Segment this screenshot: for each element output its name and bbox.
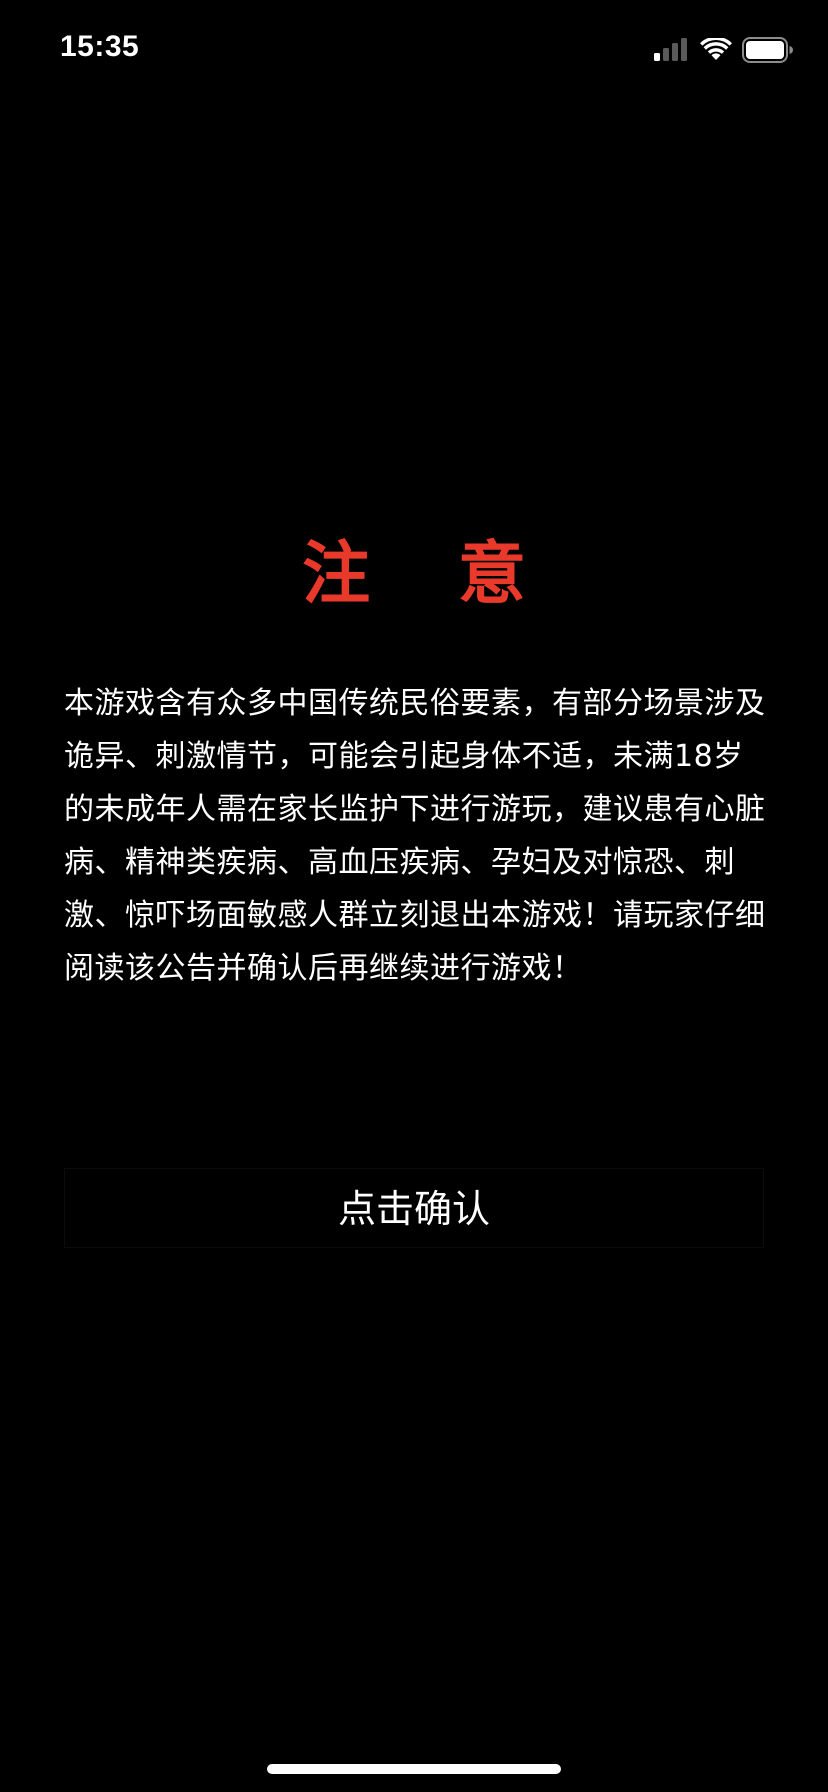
- status-icons: [654, 36, 794, 64]
- wifi-icon: [700, 38, 732, 62]
- battery-icon: [742, 37, 794, 63]
- notice-body-text: 本游戏含有众多中国传统民俗要素，有部分场景涉及诡异、刺激情节，可能会引起身体不适…: [64, 686, 766, 986]
- status-time: 15:35: [60, 30, 140, 63]
- cellular-signal-icon: [654, 38, 690, 62]
- home-indicator[interactable]: [267, 1764, 561, 1774]
- notice-title: 注 意: [302, 535, 558, 614]
- confirm-button[interactable]: 点击确认: [64, 1168, 764, 1248]
- status-bar: 15:35: [0, 0, 828, 100]
